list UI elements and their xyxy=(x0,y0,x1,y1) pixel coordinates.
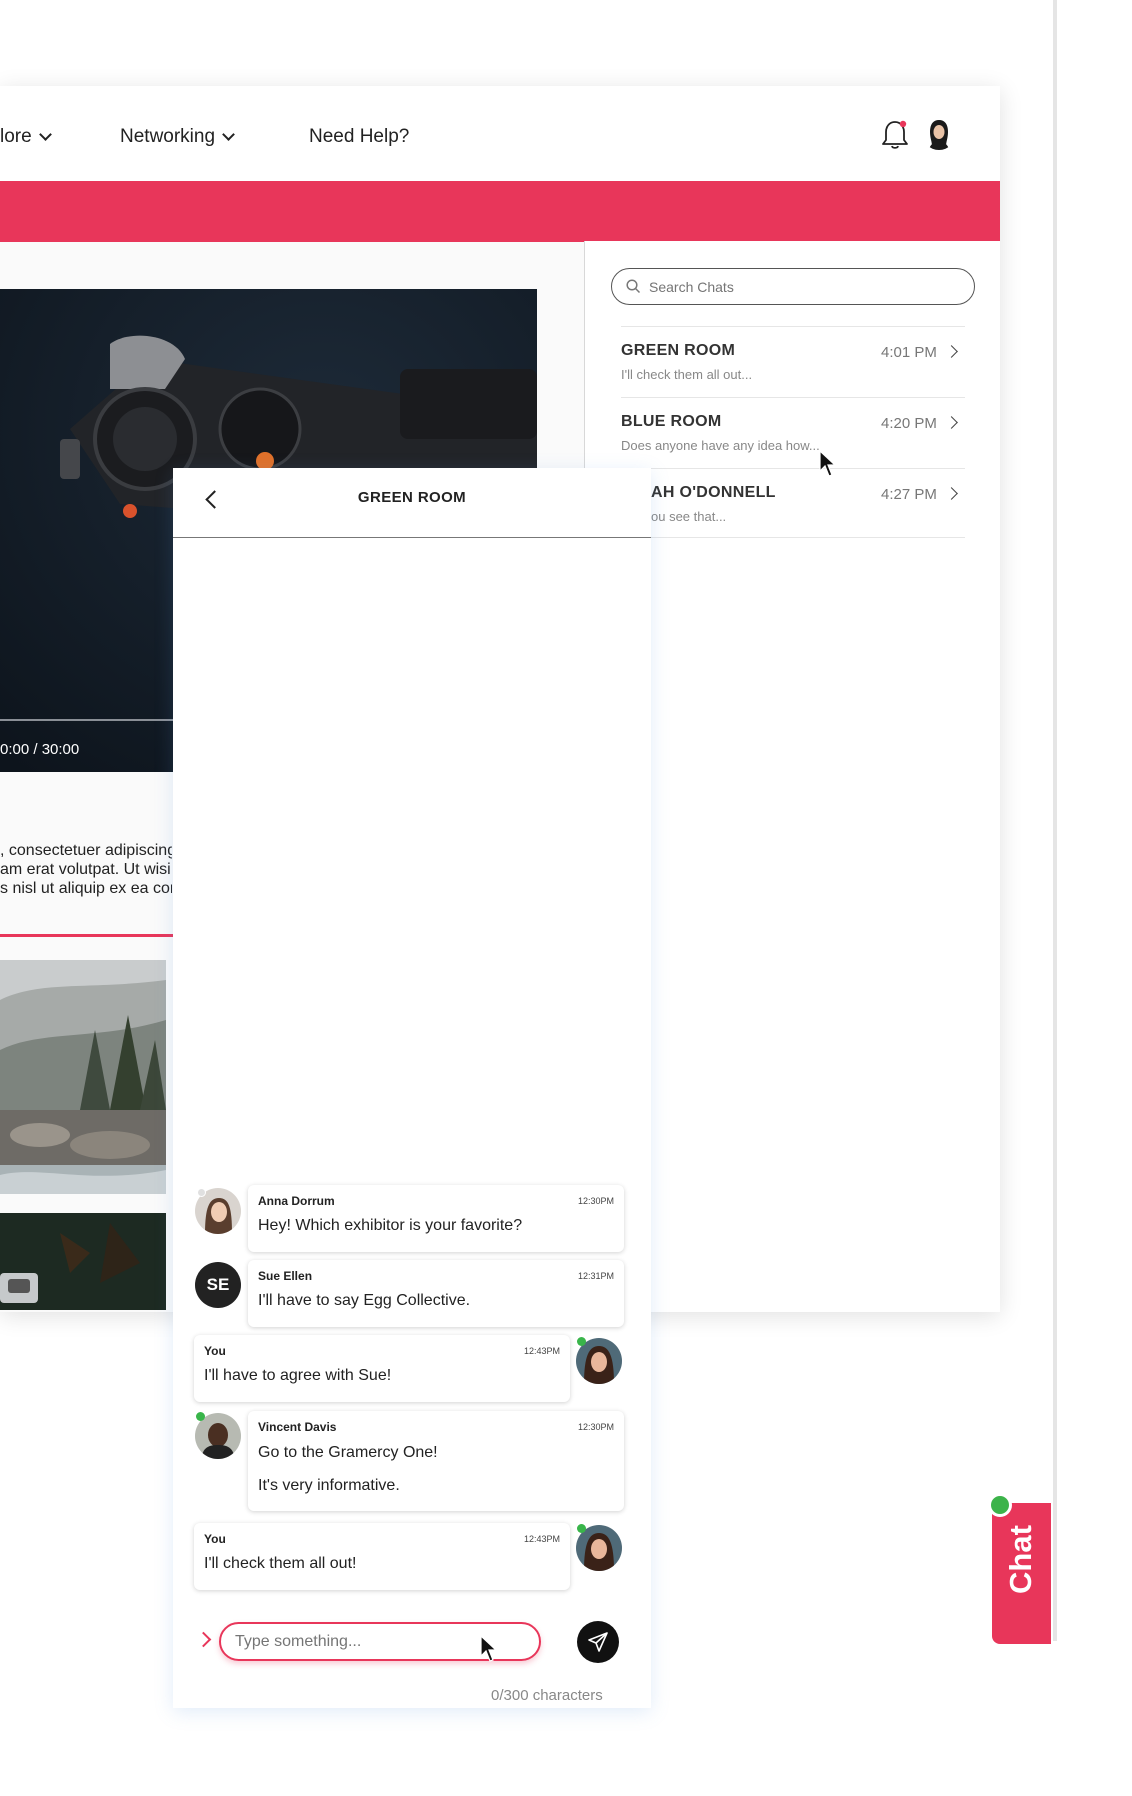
nav-need-help[interactable]: Need Help? xyxy=(309,126,409,148)
avatar-sue-ellen[interactable]: SE xyxy=(195,1262,241,1308)
chevron-down-icon xyxy=(38,128,52,141)
paper-plane-icon xyxy=(588,1632,608,1652)
camera-on-grass-image xyxy=(0,1213,166,1310)
search-icon xyxy=(626,279,641,294)
chevron-right-icon xyxy=(945,345,958,358)
nav-networking[interactable]: Networking xyxy=(120,126,235,148)
online-status-dot xyxy=(988,1493,1012,1517)
nav-networking-label: Networking xyxy=(120,126,216,147)
chat-tab-button[interactable]: Chat xyxy=(992,1503,1051,1644)
chat-list-preview: Does anyone have any idea how... xyxy=(621,438,820,453)
conversation-header: GREEN ROOM xyxy=(173,468,651,538)
chevron-right-icon[interactable] xyxy=(195,1631,212,1648)
chat-list-item-odonnell[interactable]: AH O'DONNELL ou see that... 4:27 PM xyxy=(621,468,965,538)
video-time: 0:00 / 30:00 xyxy=(0,741,80,758)
chat-list-title: AH O'DONNELL xyxy=(651,484,776,501)
chevron-right-icon xyxy=(945,487,958,500)
section-divider xyxy=(0,934,175,937)
description-line-2: am erat volutpat. Ut wisi e xyxy=(0,861,172,878)
chat-list-preview: ou see that... xyxy=(651,509,727,524)
message-text: I'll have to say Egg Collective. xyxy=(258,1292,471,1309)
chevron-down-icon xyxy=(222,128,235,141)
chat-list-title: GREEN ROOM xyxy=(621,342,736,359)
conversation-panel: GREEN ROOM Anna Dorrum 12:30PM Hey! Whic… xyxy=(173,468,651,1708)
message-sender: You xyxy=(204,1532,226,1546)
chat-list-title: BLUE ROOM xyxy=(621,413,722,430)
message-sender: Sue Ellen xyxy=(258,1269,313,1283)
message-text: I'll check them all out! xyxy=(204,1555,357,1572)
message-text: I'll have to agree with Sue! xyxy=(204,1367,392,1384)
conversation-title: GREEN ROOM xyxy=(357,489,467,506)
landscape-image xyxy=(0,960,166,1194)
message-bubble-own: You 12:43PM I'll check them all out! xyxy=(194,1523,570,1590)
search-chats-field[interactable] xyxy=(611,268,975,305)
offline-indicator xyxy=(197,1188,206,1197)
nav-help-label: Need Help? xyxy=(309,126,410,147)
message-bubble: Vincent Davis 12:30PM Go to the Gramercy… xyxy=(248,1411,624,1511)
chat-list-item-green-room[interactable]: GREEN ROOM I'll check them all out... 4:… xyxy=(621,326,965,396)
chat-list-preview: I'll check them all out... xyxy=(621,367,753,382)
top-navigation: lore Networking Need Help? xyxy=(0,86,1000,181)
chat-list-item-blue-room[interactable]: BLUE ROOM Does anyone have any idea how.… xyxy=(621,397,965,467)
chat-list-time: 4:01 PM xyxy=(881,344,937,361)
online-indicator xyxy=(196,1412,205,1421)
message-bubble: Sue Ellen 12:31PM I'll have to say Egg C… xyxy=(248,1260,624,1327)
message-time: 12:30PM xyxy=(577,1196,614,1206)
message-time: 12:30PM xyxy=(577,1422,614,1432)
message-bubble-own: You 12:43PM I'll have to agree with Sue! xyxy=(194,1335,570,1402)
chevron-right-icon xyxy=(945,416,958,429)
description-line-1: , consectetuer adipiscing xyxy=(0,842,172,859)
user-avatar[interactable] xyxy=(922,116,956,150)
message-text: Go to the Gramercy One! xyxy=(258,1444,438,1461)
mouse-cursor-icon xyxy=(480,1635,498,1662)
page-edge-divider xyxy=(1053,0,1057,1641)
nav-explore-label: lore xyxy=(0,126,32,147)
message-time: 12:43PM xyxy=(523,1346,560,1356)
chat-list-time: 4:27 PM xyxy=(881,486,937,503)
send-button[interactable] xyxy=(577,1621,619,1663)
message-text-continued: It's very informative. xyxy=(258,1477,400,1494)
message-text: Hey! Which exhibitor is your favorite? xyxy=(258,1217,523,1234)
chat-list-time: 4:20 PM xyxy=(881,415,937,432)
hero-banner-bar xyxy=(0,181,1000,242)
nav-explore[interactable]: lore xyxy=(0,126,52,148)
message-time: 12:31PM xyxy=(577,1271,614,1281)
message-bubble: Anna Dorrum 12:30PM Hey! Which exhibitor… xyxy=(248,1185,624,1252)
message-sender: Vincent Davis xyxy=(258,1420,337,1434)
avatar-initials: SE xyxy=(206,1275,230,1294)
chat-tab-label: Chat xyxy=(1003,1525,1038,1594)
character-count: 0/300 characters xyxy=(491,1687,603,1704)
description-line-3: s nisl ut aliquip ex ea com xyxy=(0,880,172,897)
online-indicator xyxy=(577,1524,586,1533)
search-chats-input[interactable] xyxy=(649,278,949,295)
message-sender: Anna Dorrum xyxy=(258,1194,335,1208)
message-time: 12:43PM xyxy=(523,1534,560,1544)
bell-icon[interactable] xyxy=(880,118,910,152)
online-indicator xyxy=(577,1337,586,1346)
mouse-cursor-icon xyxy=(819,450,837,477)
message-sender: You xyxy=(204,1344,226,1358)
